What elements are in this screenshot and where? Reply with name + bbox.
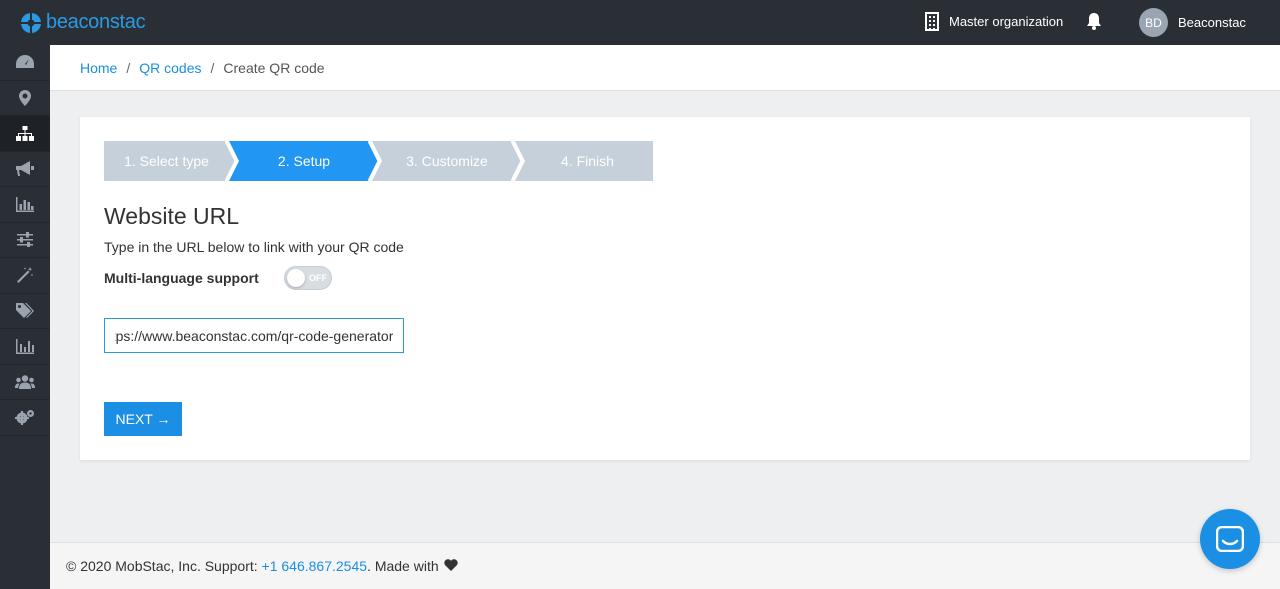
footer-copyright: © 2020 MobStac, Inc. Support: (66, 558, 258, 574)
form-subtitle: Type in the URL below to link with your … (104, 239, 404, 255)
top-navbar: beaconstac Master organization BD Beacon… (0, 0, 1280, 45)
sidebar-item-tags[interactable] (0, 294, 50, 329)
form-title: Website URL (104, 203, 240, 229)
toggle-state-label: OFF (309, 273, 327, 283)
organization-name: Master organization (949, 14, 1064, 29)
breadcrumb-current: Create QR code (223, 59, 325, 76)
next-button[interactable]: NEXT → (104, 402, 182, 436)
breadcrumb-home[interactable]: Home (80, 60, 117, 76)
tags-icon (16, 303, 34, 319)
settings-icon (15, 410, 34, 426)
sidebar-item-campaigns[interactable] (0, 152, 50, 187)
organization-selector[interactable]: Master organization (925, 12, 1063, 31)
wizard-step-customize[interactable]: 3. Customize (379, 141, 515, 181)
sidebar-item-reports[interactable] (0, 329, 50, 365)
breadcrumb-separator: / (210, 59, 215, 76)
chat-launcher-button[interactable] (1200, 509, 1260, 569)
sidebar-item-rules[interactable] (0, 223, 50, 258)
breadcrumb: Home / QR codes / Create QR code (50, 45, 1280, 91)
users-icon (15, 375, 35, 389)
wizard-step-setup[interactable]: 2. Setup (236, 141, 372, 181)
sidebar-item-dashboard[interactable] (0, 45, 50, 81)
sliders-icon (17, 232, 33, 248)
user-name[interactable]: Beaconstac (1178, 15, 1246, 30)
chat-icon (1216, 526, 1244, 552)
multilang-toggle[interactable]: OFF (284, 266, 332, 290)
breadcrumb-separator: / (126, 59, 131, 76)
support-phone-link[interactable]: +1 646.867.2545 (262, 558, 368, 574)
beaconstac-logo-icon (20, 11, 42, 34)
sidebar-item-places[interactable] (0, 81, 50, 116)
brand-logo[interactable]: beaconstac (20, 11, 146, 34)
brand-name: beaconstac (46, 11, 146, 33)
user-avatar[interactable]: BD (1139, 8, 1168, 37)
sidebar-item-tools[interactable] (0, 258, 50, 294)
location-pin-icon (19, 89, 31, 106)
megaphone-icon (16, 161, 34, 177)
heart-icon (443, 558, 458, 574)
multilang-label: Multi-language support (104, 270, 259, 286)
bar-chart-icon (16, 196, 34, 212)
sidebar-item-settings[interactable] (0, 400, 50, 436)
sidebar-item-qr-codes[interactable] (0, 116, 50, 152)
breadcrumb-qr-codes[interactable]: QR codes (139, 60, 201, 76)
dashboard-icon (16, 55, 34, 69)
notification-bell-icon[interactable] (1086, 13, 1102, 35)
sitemap-icon (16, 125, 34, 141)
wizard-step-select-type[interactable]: 1. Select type (104, 141, 229, 181)
analytics-icon (16, 338, 34, 354)
sidebar-item-analytics[interactable] (0, 187, 50, 223)
create-qr-card: 1. Select type 2. Setup 3. Customize 4. … (80, 117, 1250, 460)
footer-made-with: . Made with (367, 558, 439, 574)
building-icon (925, 12, 939, 31)
wizard-step-finish[interactable]: 4. Finish (522, 141, 653, 181)
wizard-steps: 1. Select type 2. Setup 3. Customize 4. … (104, 141, 653, 181)
magic-wand-icon (17, 267, 33, 284)
url-input[interactable] (104, 318, 404, 353)
toggle-knob (287, 269, 305, 287)
sidebar (0, 45, 50, 589)
footer: © 2020 MobStac, Inc. Support: +1 646.867… (50, 542, 1280, 589)
sidebar-item-users[interactable] (0, 365, 50, 400)
